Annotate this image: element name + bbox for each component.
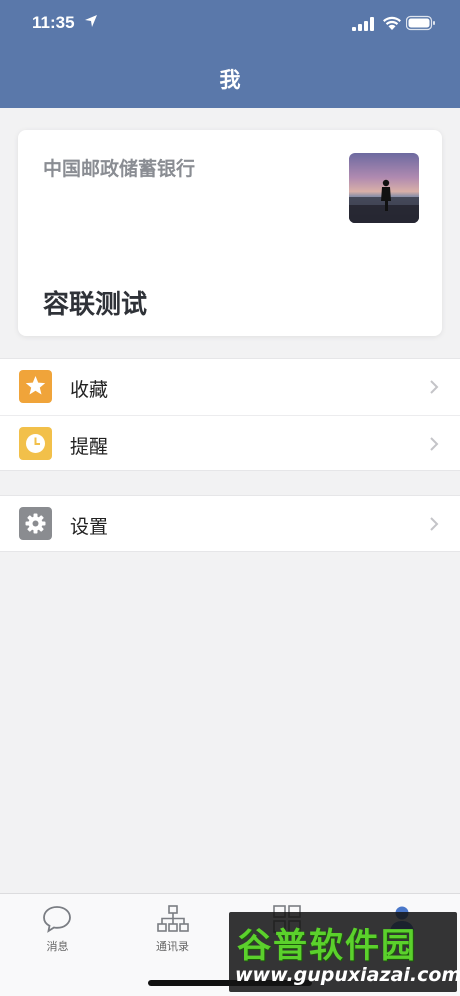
tab-label-messages: 消息	[46, 940, 69, 953]
menu-label-favorites: 收藏	[70, 379, 109, 401]
star-icon	[19, 370, 52, 403]
avatar-photo	[349, 153, 419, 223]
avatar[interactable]	[349, 153, 419, 223]
watermark-title: 谷普软件园	[237, 926, 417, 966]
location-arrow-icon	[85, 15, 97, 27]
battery-icon	[406, 15, 435, 31]
menu-label-reminders: 提醒	[70, 436, 109, 458]
cellular-signal-icon	[352, 17, 374, 31]
menu-item-settings[interactable]: 设置	[0, 496, 460, 552]
menu-item-reminders[interactable]: 提醒	[0, 415, 460, 471]
page-title: 我	[219, 68, 241, 92]
header-bar: 11:35 我	[0, 0, 460, 108]
profile-card[interactable]: 中国邮政储蓄银行 容联测试	[18, 130, 442, 336]
watermark-url: www.gupuxiazai.com	[235, 964, 460, 986]
org-chart-icon	[157, 905, 189, 932]
status-bar: 11:35	[0, 0, 460, 48]
gear-icon	[19, 507, 52, 540]
menu-group-primary: 收藏 提醒	[0, 358, 460, 471]
status-time: 11:35	[32, 13, 75, 32]
chevron-right-icon	[430, 517, 439, 531]
menu-item-favorites[interactable]: 收藏	[0, 359, 460, 415]
user-name: 容联测试	[43, 290, 148, 320]
watermark-banner: 谷普软件园 www.gupuxiazai.com	[229, 912, 460, 992]
chevron-right-icon	[430, 437, 439, 451]
tab-label-contacts: 通讯录	[156, 940, 189, 953]
menu-label-settings: 设置	[70, 516, 109, 538]
organization-name: 中国邮政储蓄银行	[43, 158, 196, 180]
chat-bubble-icon	[43, 906, 71, 933]
clock-icon	[19, 427, 52, 460]
chevron-right-icon	[430, 380, 439, 394]
tab-contacts[interactable]: 通讯录	[115, 894, 230, 964]
tab-messages[interactable]: 消息	[0, 894, 115, 964]
wifi-icon	[383, 16, 401, 30]
menu-group-settings: 设置	[0, 495, 460, 552]
